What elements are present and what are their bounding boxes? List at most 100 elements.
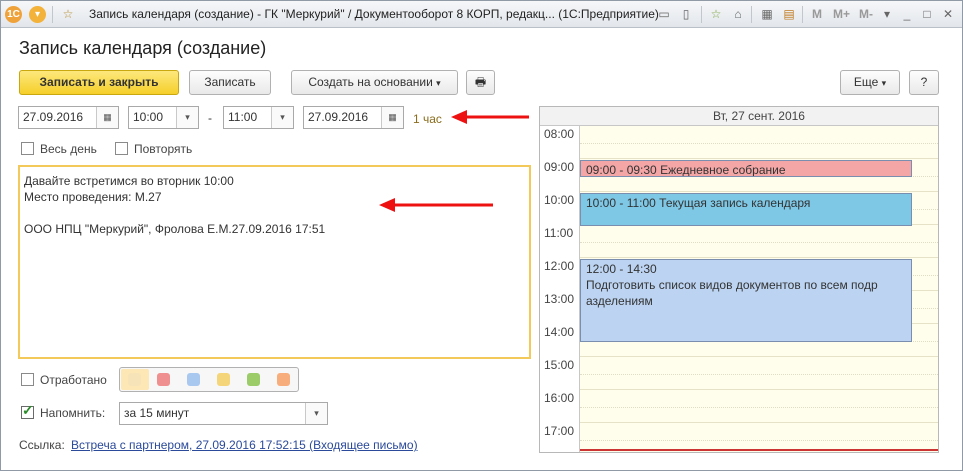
preview-icon[interactable]: ▯	[677, 6, 695, 23]
calendar-event[interactable]: 12:00 - 14:30 Подготовить список видов до…	[580, 259, 912, 342]
color-picker[interactable]	[119, 367, 299, 392]
maximize-icon[interactable]: □	[918, 6, 936, 23]
calendar-event-title: Текущая запись календаря	[659, 196, 811, 210]
home-icon[interactable]: ⌂	[729, 6, 747, 23]
end-date-field[interactable]: 27.09.2016 ▦	[303, 106, 404, 129]
calendar-time-label: 10:00	[544, 193, 575, 207]
end-time-field[interactable]: 11:00 ▾	[223, 106, 294, 129]
chevron-down-icon: ▾	[881, 78, 887, 88]
end-date-value: 27.09.2016	[308, 110, 369, 124]
more-button[interactable]: Еще ▾	[840, 70, 900, 95]
printer-icon: 🖶	[474, 75, 487, 89]
calendar-half-hour-line	[580, 142, 938, 144]
calendar-time-label: 12:00	[544, 259, 575, 273]
calculator-icon[interactable]: ▦	[758, 6, 776, 23]
star-icon[interactable]: ☆	[59, 6, 77, 23]
done-checkbox[interactable]	[21, 373, 34, 386]
print-icon[interactable]: ▭	[655, 6, 673, 23]
calendar-time-column: 08:00 09:00 10:00 11:00 12:00 13:00 14:00 15:00…	[540, 126, 580, 452]
done-label: Отработано	[40, 373, 107, 387]
calendar-time-label: 15:00	[544, 358, 575, 372]
start-time-field[interactable]: 10:00 ▾	[128, 106, 199, 129]
more-label: Еще	[853, 75, 879, 89]
color-swatch[interactable]	[217, 373, 230, 386]
calendar-time-label: 08:00	[544, 127, 575, 141]
calendar-hour-line	[580, 389, 938, 390]
memory-mplus-button[interactable]: M+	[833, 7, 850, 21]
calendar-time-label: 09:00	[544, 160, 575, 174]
calendar-hour-line	[580, 356, 938, 357]
description-line: Давайте встретимся во вторник 10:00	[24, 174, 234, 188]
remind-label: Напомнить:	[40, 406, 106, 420]
end-time-value: 11:00	[228, 110, 258, 124]
calendar-event-time: 09:00 - 09:30	[586, 163, 661, 177]
create-based-button[interactable]: Создать на основании ▾	[291, 70, 458, 95]
calendar-icon[interactable]: ▤	[780, 6, 798, 23]
title-bar: 1С ▾ ☆ Запись календаря (создание) - ГК …	[1, 1, 962, 28]
checkmark-icon: ✓	[22, 402, 34, 418]
calendar-half-hour-line	[580, 439, 938, 441]
color-swatch[interactable]	[128, 373, 141, 386]
remind-checkbox[interactable]: ✓	[21, 402, 34, 419]
calendar-hour-line	[580, 257, 938, 258]
save-and-close-button[interactable]: Записать и закрыть	[19, 70, 179, 95]
calendar-event[interactable]: 09:00 - 09:30 Ежедневное собрание	[580, 160, 912, 177]
current-time-line	[580, 449, 938, 451]
day-calendar[interactable]: Вт, 27 сент. 2016 08:00 09:00 10:00 11:00 12…	[539, 106, 939, 453]
link-label: Ссылка:	[19, 438, 65, 452]
source-link[interactable]: Встреча с партнером, 27.09.2016 17:52:15…	[71, 438, 418, 452]
memory-m-button[interactable]: M	[812, 7, 822, 21]
calendar-event-time: 12:00 - 14:30	[586, 262, 657, 276]
calendar-time-label: 14:00	[544, 325, 575, 339]
repeat-checkbox[interactable]	[115, 142, 128, 155]
help-button[interactable]: ?	[909, 70, 939, 95]
close-icon[interactable]: ✕	[939, 6, 957, 23]
calendar-hour-line	[580, 422, 938, 423]
chevron-down-icon[interactable]: ▾	[271, 107, 293, 128]
description-textarea[interactable]: Давайте встретимся во вторник 10:00 Мест…	[18, 165, 531, 359]
menu-dropdown-icon[interactable]: ▾	[29, 6, 46, 23]
remind-select[interactable]: за 15 минут ▾	[119, 402, 328, 425]
chevron-down-icon[interactable]: ▾	[878, 6, 896, 23]
color-swatch[interactable]	[277, 373, 290, 386]
remind-value: за 15 минут	[124, 406, 190, 420]
duration-label: 1 час	[413, 112, 442, 126]
app-window: 1С ▾ ☆ Запись календаря (создание) - ГК …	[0, 0, 963, 471]
calendar-time-label: 17:00	[544, 424, 575, 438]
app-logo-icon[interactable]: 1С	[5, 6, 22, 23]
memory-mminus-button[interactable]: M-	[859, 7, 873, 21]
start-date-value: 27.09.2016	[23, 110, 84, 124]
window-title: Запись календаря (создание) - ГК "Меркур…	[89, 7, 659, 21]
chevron-down-icon[interactable]: ▾	[305, 403, 327, 424]
minimize-icon[interactable]: _	[898, 6, 916, 23]
print-button[interactable]: 🖶	[466, 70, 495, 95]
calendar-event-title: Подготовить список видов документов по в…	[586, 278, 878, 308]
calendar-picker-icon[interactable]: ▦	[96, 107, 118, 128]
color-swatch[interactable]	[187, 373, 200, 386]
description-line: ООО НПЦ "Меркурий", Фролова Е.М.27.09.20…	[24, 222, 326, 236]
calendar-event-title: Ежедневное собрание	[660, 163, 786, 177]
calendar-half-hour-line	[580, 241, 938, 243]
calendar-time-label: 11:00	[544, 226, 574, 240]
calendar-grid[interactable]: 09:00 - 09:30 Ежедневное собрание 10:00 -…	[580, 126, 938, 452]
favorite-icon[interactable]: ☆	[707, 6, 725, 23]
start-date-field[interactable]: 27.09.2016 ▦	[18, 106, 119, 129]
time-range-dash: -	[208, 111, 212, 125]
chevron-down-icon: ▾	[436, 78, 441, 88]
calendar-time-label: 13:00	[544, 292, 575, 306]
create-based-label: Создать на основании	[308, 75, 433, 89]
repeat-label: Повторять	[134, 142, 193, 156]
page-title: Запись календаря (создание)	[19, 38, 267, 58]
color-swatch[interactable]	[247, 373, 260, 386]
calendar-time-label: 16:00	[544, 391, 575, 405]
calendar-event-time: 10:00 - 11:00	[586, 196, 660, 210]
calendar-picker-icon[interactable]: ▦	[381, 107, 403, 128]
chevron-down-icon[interactable]: ▾	[176, 107, 198, 128]
save-button[interactable]: Записать	[189, 70, 271, 95]
all-day-checkbox[interactable]	[21, 142, 34, 155]
calendar-event[interactable]: 10:00 - 11:00 Текущая запись календаря	[580, 193, 912, 226]
color-swatch[interactable]	[157, 373, 170, 386]
calendar-hour-line	[580, 158, 938, 159]
calendar-hour-line	[580, 191, 938, 192]
annotation-arrow-icon	[379, 198, 493, 212]
